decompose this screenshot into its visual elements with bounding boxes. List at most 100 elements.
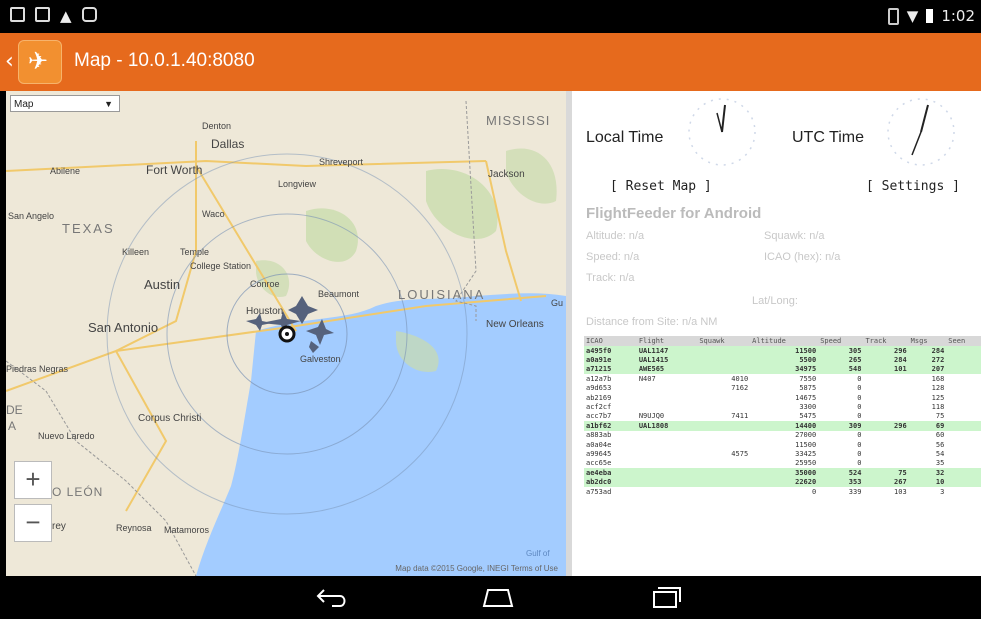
table-cell: 0 bbox=[857, 440, 862, 449]
table-cell: 0 bbox=[857, 412, 862, 421]
map-attribution[interactable]: Map data ©2015 Google, INEGI Terms of Us… bbox=[395, 564, 558, 573]
table-row[interactable]: a0a91e UAL1415 5500 265 284 272 bbox=[584, 355, 981, 365]
table-cell: a753ad bbox=[586, 487, 612, 496]
table-row[interactable]: ab2dc0 22620 353 267 10 bbox=[584, 477, 981, 487]
app-logo-icon[interactable]: ✈ bbox=[18, 40, 62, 84]
table-cell: 10 bbox=[908, 477, 947, 487]
map-label: Shreveport bbox=[319, 157, 364, 167]
map-label: Longview bbox=[278, 179, 317, 189]
settings-button[interactable]: [ Settings ] bbox=[866, 179, 960, 194]
table-row[interactable]: a495f0 UAL1147 11500 305 296 284 bbox=[584, 346, 981, 356]
table-cell: 11500 bbox=[795, 440, 817, 449]
table-cell: 0 bbox=[857, 459, 862, 468]
table-cell bbox=[946, 421, 981, 431]
map-label: Dallas bbox=[211, 137, 245, 151]
table-cell bbox=[637, 393, 697, 402]
table-row[interactable]: a9d653 7162 5875 0 128 bbox=[584, 384, 981, 393]
table-row[interactable]: a753ad 0 339 103 3 bbox=[584, 487, 981, 496]
back-icon[interactable] bbox=[314, 584, 350, 610]
table-cell bbox=[946, 468, 981, 478]
up-caret-icon[interactable]: ‹ bbox=[5, 49, 14, 74]
table-row[interactable]: acf2cf 3300 0 118 bbox=[584, 402, 981, 411]
col-header[interactable]: Msgs bbox=[908, 336, 947, 346]
table-row[interactable]: a12a7b N407 4010 7550 0 168 bbox=[584, 374, 981, 383]
col-header[interactable]: Seen bbox=[946, 336, 981, 346]
table-cell: 0 bbox=[811, 487, 817, 496]
table-cell bbox=[946, 449, 981, 458]
table-cell: UAL1808 bbox=[636, 421, 698, 431]
table-cell bbox=[946, 487, 981, 496]
table-cell: a0a91e bbox=[584, 355, 637, 365]
table-cell bbox=[697, 459, 750, 468]
icao-readout: ICAO (hex): n/a bbox=[764, 251, 841, 263]
table-cell: 0 bbox=[857, 374, 862, 383]
zoom-out-button[interactable]: − bbox=[14, 504, 52, 542]
table-cell: 5500 bbox=[750, 355, 819, 365]
table-cell: 11500 bbox=[750, 346, 819, 356]
table-row[interactable]: ae4eba 35000 524 75 32 bbox=[584, 468, 981, 478]
reset-map-button[interactable]: [ Reset Map ] bbox=[610, 179, 712, 194]
zoom-in-button[interactable]: + bbox=[14, 461, 52, 499]
table-cell bbox=[946, 431, 981, 440]
table-row[interactable]: a0a04e 11500 0 56 bbox=[584, 440, 981, 449]
map-label: Abilene bbox=[50, 166, 81, 176]
map-label: Beaumont bbox=[318, 289, 360, 299]
table-cell bbox=[946, 364, 981, 375]
table-cell bbox=[697, 355, 751, 365]
map-label: Waco bbox=[202, 209, 225, 219]
table-cell: 32 bbox=[908, 468, 947, 478]
table-row[interactable]: acc7b7 N9UJQ0 7411 5475 0 75 bbox=[584, 412, 981, 421]
col-header[interactable]: ICAO bbox=[584, 336, 637, 346]
table-cell bbox=[636, 477, 698, 487]
table-cell bbox=[946, 346, 981, 356]
local-clock bbox=[688, 98, 756, 166]
map-label: O LEÓN bbox=[52, 485, 104, 499]
table-cell: 35 bbox=[935, 459, 945, 468]
table-row[interactable]: a71215 AWE565 34975 548 101 207 bbox=[584, 364, 981, 375]
map-label: New Orleans bbox=[486, 319, 544, 330]
col-header[interactable]: Altitude bbox=[750, 336, 819, 346]
table-row[interactable]: acc65e 25950 0 35 bbox=[584, 459, 981, 468]
table-cell: 4010 bbox=[731, 374, 749, 383]
battery-icon bbox=[926, 9, 934, 23]
map-label: rey bbox=[52, 521, 66, 532]
local-time-label: Local Time bbox=[586, 129, 664, 146]
map-label: Denton bbox=[202, 121, 232, 131]
col-header[interactable]: Track bbox=[863, 336, 909, 346]
table-cell: a0a04e bbox=[586, 440, 612, 449]
table-row[interactable]: ab2169 14675 0 125 bbox=[584, 393, 981, 402]
table-cell: 0 bbox=[857, 431, 862, 440]
table-cell: 103 bbox=[894, 487, 907, 496]
table-cell: 22620 bbox=[750, 477, 819, 487]
map-type-select[interactable]: Map ▼ bbox=[10, 95, 120, 112]
table-cell bbox=[697, 421, 751, 431]
table-cell: 60 bbox=[935, 431, 945, 440]
map-label: San Angelo bbox=[8, 211, 55, 221]
table-cell bbox=[863, 374, 908, 383]
table-cell bbox=[946, 440, 981, 449]
table-row[interactable]: a1bf62 UAL1808 14400 309 296 69 bbox=[584, 421, 981, 431]
gallery-icon bbox=[35, 7, 50, 22]
table-cell: 7162 bbox=[731, 384, 749, 393]
table-cell: 0 bbox=[857, 449, 862, 458]
table-cell: N407 bbox=[638, 374, 656, 383]
map-view[interactable]: Map ▼ MISSISSI Denton Dallas Shreveport J… bbox=[6, 91, 566, 576]
table-cell: 128 bbox=[931, 384, 945, 393]
table-cell: a12a7b bbox=[586, 374, 612, 383]
table-cell: 339 bbox=[848, 487, 862, 496]
table-cell: 3300 bbox=[799, 403, 817, 412]
table-row[interactable]: a883ab 27000 0 60 bbox=[584, 431, 981, 440]
col-header[interactable]: Flight bbox=[636, 336, 698, 346]
table-cell: 101 bbox=[863, 364, 909, 375]
col-header[interactable]: Squawk bbox=[697, 336, 751, 346]
map-label: Temple bbox=[180, 247, 210, 257]
recents-icon[interactable] bbox=[648, 584, 684, 610]
table-cell bbox=[637, 384, 697, 393]
table-row[interactable]: a99645 4575 33425 0 54 bbox=[584, 449, 981, 458]
col-header[interactable]: Speed bbox=[818, 336, 864, 346]
table-cell bbox=[863, 449, 908, 458]
table-cell: 0 bbox=[857, 403, 862, 412]
table-cell: acf2cf bbox=[586, 403, 612, 412]
home-icon[interactable] bbox=[480, 584, 516, 610]
table-cell: 5875 bbox=[799, 384, 817, 393]
